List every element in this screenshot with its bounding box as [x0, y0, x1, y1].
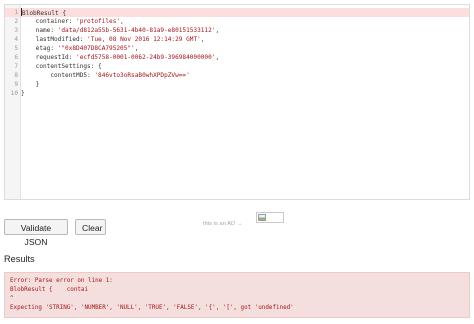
code-text: requestId: 'ecfd5758-0001-0062-24b9-3969… [21, 53, 219, 62]
code-text: } [21, 89, 25, 98]
code-token: contentSettings: { [21, 63, 102, 70]
line-number: 4 [14, 36, 18, 43]
ad-label: this is an AD → [203, 221, 243, 227]
code-text: name: 'data/d812a55b-5631-4b40-81a9-e801… [21, 26, 219, 35]
line-number: 3 [14, 27, 18, 34]
line-number: 7 [14, 63, 18, 70]
line-number: 1 [14, 9, 18, 16]
broken-image-icon [258, 214, 266, 221]
editor-line: 4 lastModified: 'Tue, 08 Nov 2016 12:14:… [5, 35, 469, 44]
editor-line: 3 name: 'data/d812a55b-5631-4b40-81a9-e8… [5, 26, 469, 35]
error-message-line: ^ [10, 296, 14, 302]
json-validator-page: 1 BlobResult {2 container: 'protofiles', 3… [0, 0, 474, 324]
ad-image[interactable] [256, 212, 284, 223]
code-token: , [134, 45, 139, 52]
error-result-box: Error: Parse error on line 1: BlobResult … [4, 272, 470, 318]
editor-line: 6 requestId: 'ecfd5758-0001-0062-24b9-39… [5, 53, 469, 62]
line-number: 10 [10, 90, 18, 97]
error-message-line: Expecting 'STRING', 'NUMBER', 'NULL', 'T… [10, 305, 294, 311]
line-number: 5 [14, 45, 18, 52]
string-token: '"0x8D407D8CA795205"' [57, 45, 135, 52]
editor-line: 1 BlobResult { [5, 8, 469, 17]
editor-line: 8 contentMD5: '846vto3oRsaB0whXPDpZVw==' [5, 71, 469, 80]
line-number: 8 [14, 72, 18, 79]
editor-line: 10} [5, 89, 469, 98]
code-text: container: 'protofiles', [21, 17, 124, 26]
json-code-editor[interactable]: 1 BlobResult {2 container: 'protofiles', 3… [4, 4, 470, 200]
code-token: BlobResult { [22, 10, 67, 17]
line-number: 6 [14, 54, 18, 61]
string-token: '846vto3oRsaB0whXPDpZVw==' [94, 72, 190, 79]
validate-json-button[interactable]: Validate JSON [4, 219, 68, 247]
editor-line: 9 } [5, 80, 469, 89]
string-token: 'protofiles' [76, 18, 121, 25]
code-text: etag: '"0x8D407D8CA795205"', [21, 44, 139, 53]
line-number: 2 [14, 18, 18, 25]
code-token: } [21, 90, 25, 97]
code-text: } [21, 80, 40, 89]
code-token: etag: [21, 45, 58, 52]
code-token: } [21, 81, 40, 88]
code-token: , [215, 54, 220, 61]
line-number: 9 [14, 81, 18, 88]
editor-line: 5 etag: '"0x8D407D8CA795205"', [5, 44, 469, 53]
string-token: 'data/d812a55b-5631-4b40-81a9-e801515331… [57, 27, 216, 34]
string-token: 'Tue, 08 Nov 2016 12:14:29 GMT' [87, 36, 201, 43]
code-text: contentMD5: '846vto3oRsaB0whXPDpZVw==' [21, 71, 190, 80]
code-token: name: [21, 27, 58, 34]
code-token: , [215, 27, 220, 34]
code-text: lastModified: 'Tue, 08 Nov 2016 12:14:29… [21, 35, 205, 44]
code-token: , [200, 36, 205, 43]
editor-line: 2 container: 'protofiles', [5, 17, 469, 26]
code-token: , [120, 18, 124, 25]
code-token: contentMD5: [21, 72, 95, 79]
code-token: requestId: [21, 54, 77, 61]
error-message-line: Error: Parse error on line 1: [10, 278, 113, 284]
string-token: 'ecfd5758-0001-0062-24b9-396984000000' [76, 54, 216, 61]
code-text: contentSettings: { [21, 62, 102, 71]
code-token: container: [21, 18, 77, 25]
error-message-line: BlobResult { contai [10, 287, 89, 293]
clear-button[interactable]: Clear [75, 219, 106, 235]
results-heading: Results [4, 254, 35, 264]
code-token: lastModified: [21, 36, 88, 43]
editor-line: 7 contentSettings: { [5, 62, 469, 71]
